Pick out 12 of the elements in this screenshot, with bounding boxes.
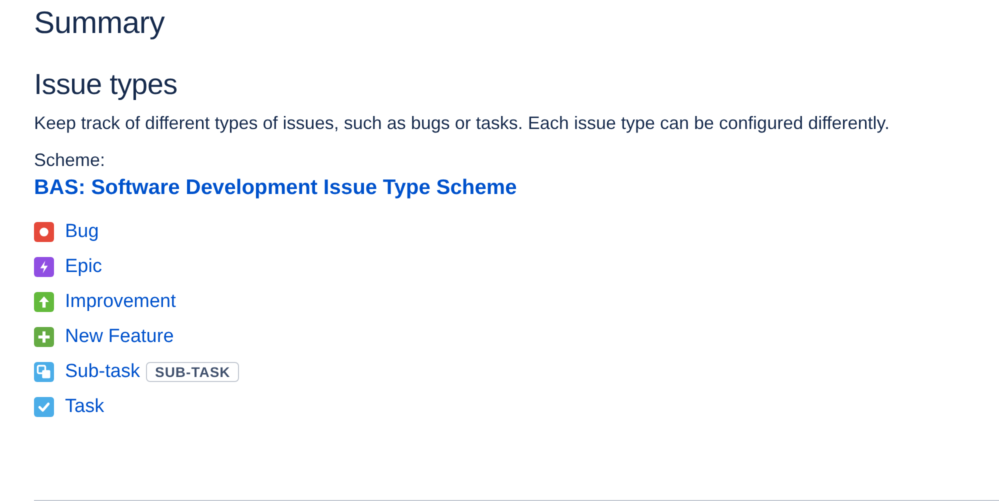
section-heading: Issue types (34, 68, 178, 103)
issue-type-link[interactable]: Task (65, 394, 104, 420)
page-title: Summary (34, 4, 166, 42)
section-description: Keep track of different types of issues, such as bugs or tasks. Each issue type can be configured differently. (34, 112, 890, 135)
scheme-link[interactable]: BAS: Software Development Issue Type Scheme (34, 173, 517, 203)
scheme-label: Scheme: (34, 149, 106, 172)
issue-type-link[interactable]: Bug (65, 219, 99, 245)
issue-type-link[interactable]: Improvement (65, 289, 176, 315)
issue-type-link[interactable]: Epic (65, 254, 102, 280)
issue-type-link[interactable]: New Feature (65, 324, 174, 350)
issue-type-link[interactable]: Sub-task (65, 359, 140, 385)
issue-type-tag: SUB-TASK (146, 362, 240, 382)
